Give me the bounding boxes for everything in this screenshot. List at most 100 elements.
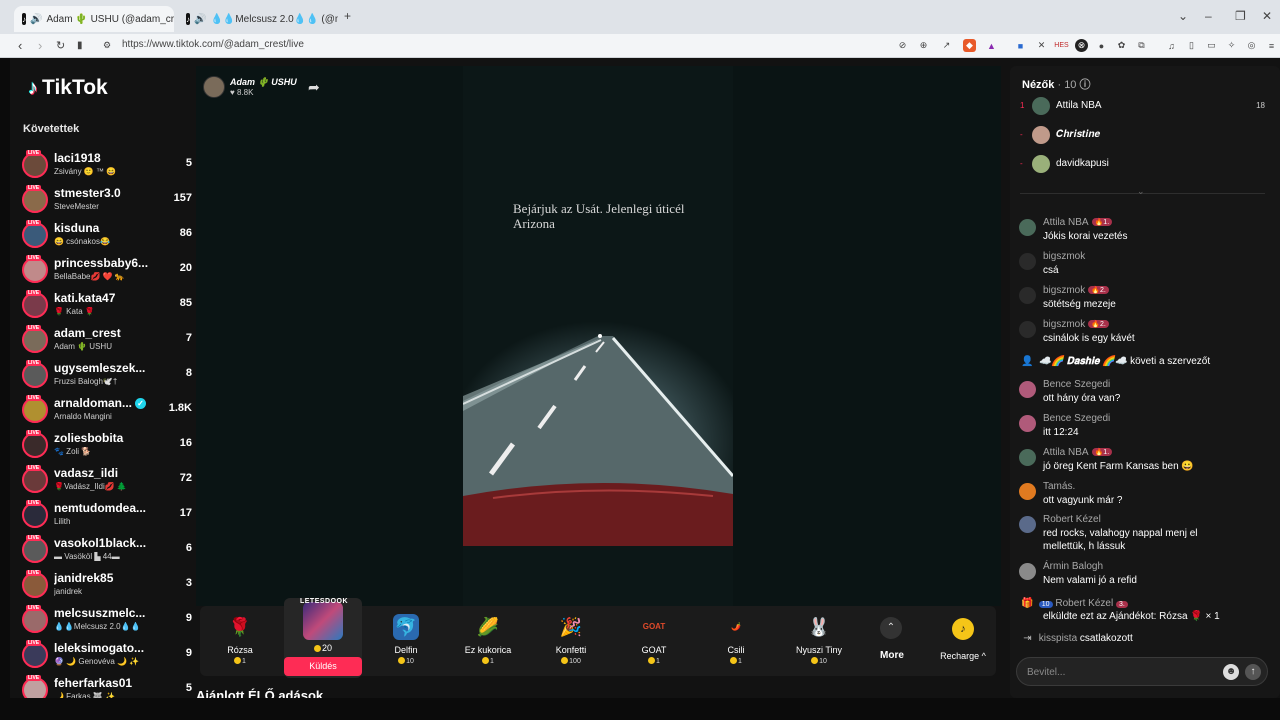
extension-icon[interactable]: ■	[1014, 39, 1027, 52]
gift-price: 1	[204, 657, 276, 665]
live-badge: LIVE	[26, 185, 42, 191]
avatar[interactable]	[1019, 415, 1036, 432]
following-subtitle: BellaBabe💋 ❤️ 🐆	[54, 272, 125, 281]
following-name: janidrek85	[54, 571, 114, 585]
avatar[interactable]	[1019, 483, 1036, 500]
vpn-icon[interactable]: ◎	[1245, 39, 1258, 52]
sidebar-toggle-icon[interactable]: ▯	[1185, 39, 1198, 52]
chat-username[interactable]: Attila NBA 🔥1.	[1043, 447, 1113, 458]
live-video-frame[interactable]	[462, 66, 735, 606]
avatar[interactable]	[1019, 253, 1036, 270]
site-info-icon[interactable]: ⚙	[103, 40, 111, 51]
following-item[interactable]: LIVE kisduna 😄 csónakos😂 86	[22, 220, 192, 252]
brave-shield-icon[interactable]: ◆	[963, 39, 976, 52]
following-item[interactable]: LIVE zoliesbobita 🐾 Zoli 🐕 16	[22, 430, 192, 462]
following-subtitle: Arnaldo Mangini	[54, 412, 112, 421]
viewer-item[interactable]: - 𝑪𝒉𝒓𝒊𝒔𝒕𝒊𝒏𝒆	[1020, 124, 1265, 146]
avatar[interactable]	[1019, 287, 1036, 304]
gift-name: Rózsa	[227, 645, 253, 655]
extension-icon[interactable]: ⊗	[1075, 39, 1088, 52]
chat-username[interactable]: Bence Szegedi	[1043, 413, 1110, 424]
gift-item[interactable]: 🌽 Ez kukorica 1	[452, 606, 524, 676]
zoom-icon[interactable]: ⊕	[917, 39, 930, 52]
gift-item[interactable]: 🐰 Nyuszi Tiny 10	[783, 606, 855, 676]
following-item[interactable]: LIVE melcsuszmelc... 💧💧Melcsusz 2.0💧💧 9	[22, 605, 192, 637]
translate-off-icon[interactable]: ⊘	[896, 39, 909, 52]
minimize-icon[interactable]: –	[1205, 9, 1212, 23]
more-gifts-button[interactable]: ⌃ More	[870, 612, 914, 672]
recharge-button[interactable]: ♪ Recharge ^	[928, 606, 996, 676]
avatar[interactable]	[1019, 563, 1036, 580]
following-item[interactable]: LIVE nemtudomdea... Lilith 17	[22, 500, 192, 532]
viewer-item[interactable]: - davidkapusi	[1020, 153, 1265, 175]
tiktok-logo[interactable]: ♪ TikTok	[28, 76, 108, 100]
reload-icon[interactable]: ↻	[56, 39, 65, 52]
host-name[interactable]: Adam 🌵 USHU	[230, 77, 297, 88]
following-item[interactable]: LIVE janidrek85 janidrek 3	[22, 570, 192, 602]
new-tab-button[interactable]: +	[344, 9, 351, 23]
following-item[interactable]: LIVE leleksimogato... 🔮 🌙 Genovéva 🌙 ✨ 9	[22, 640, 192, 672]
avatar[interactable]	[1019, 449, 1036, 466]
chat-username[interactable]: Robert Kézel	[1043, 514, 1101, 525]
chat-username[interactable]: bigszmok 🔥2.	[1043, 319, 1109, 330]
share-icon[interactable]: ↗	[940, 39, 953, 52]
avatar[interactable]	[1019, 321, 1036, 338]
following-item[interactable]: LIVE feherfarkas01 🌙 Farkas 🐺 ✨ 5	[22, 675, 192, 698]
live-badge: LIVE	[26, 500, 42, 506]
restore-icon[interactable]: ❐	[1235, 9, 1246, 23]
send-gift-button[interactable]: Küldés	[284, 657, 362, 676]
viewer-count: 6	[185, 542, 192, 554]
following-item[interactable]: LIVE kati.kata47 🌹 Kata 🌹 85	[22, 290, 192, 322]
avatar[interactable]	[1019, 516, 1036, 533]
gift-item[interactable]: 🌶️ Csili 1	[700, 606, 772, 676]
bookmark-icon[interactable]: ▮	[77, 40, 83, 51]
following-item[interactable]: LIVE ugysemleszek... Fruzsi Balogh🕊️† 8	[22, 360, 192, 392]
viewer-rank: -	[1020, 130, 1023, 139]
menu-icon[interactable]: ≡	[1265, 39, 1278, 52]
following-item[interactable]: LIVE adam_crest Adam 🌵 USHU 7	[22, 325, 192, 357]
extension-icon[interactable]: HES	[1054, 39, 1068, 52]
browser-tab[interactable]: ♪ 🔊 💧💧Melcsusz 2.0💧💧 (@melcsu	[178, 6, 338, 32]
chat-username[interactable]: Ármin Balogh	[1043, 561, 1103, 572]
chat-username[interactable]: Tamás.	[1043, 481, 1075, 492]
tab-list-chevron-icon[interactable]: ⌄	[1178, 9, 1188, 23]
following-item[interactable]: LIVE princessbaby6... BellaBabe💋 ❤️ 🐆 20	[22, 255, 192, 287]
chat-username[interactable]: bigszmok	[1043, 251, 1085, 262]
extension-icon[interactable]: ⧉	[1135, 39, 1148, 52]
extension-icon[interactable]: ●	[1095, 39, 1108, 52]
viewer-count: 20	[179, 262, 192, 274]
following-item[interactable]: LIVE vasokol1black... ▬ Vasököl ▙ 44▬ 6	[22, 535, 192, 567]
gift-item[interactable]: GOAT GOAT 1	[618, 606, 690, 676]
following-item[interactable]: LIVE stmester3.0 SteveMester 157	[22, 185, 192, 217]
leo-icon[interactable]: ✧	[1225, 39, 1238, 52]
avatar[interactable]	[1019, 381, 1036, 398]
emoji-icon[interactable]: ☻	[1223, 664, 1239, 680]
back-icon[interactable]: ‹	[18, 38, 22, 53]
chat-username[interactable]: Attila NBA 🔥1.	[1043, 217, 1113, 228]
gift-item[interactable]: 🐬 Delfin 10	[370, 606, 442, 676]
rewards-icon[interactable]: ▲	[985, 39, 998, 52]
gift-item[interactable]: 🌹 Rózsa 1	[204, 606, 276, 676]
send-arrow-icon[interactable]: ↑	[1245, 664, 1261, 680]
following-item[interactable]: LIVE vadasz_ildi 🌹Vadász_Ildi💋 🌲 72	[22, 465, 192, 497]
following-item[interactable]: LIVE arnaldoman... ✓ Arnaldo Mangini 1.8K	[22, 395, 192, 427]
chat-username[interactable]: bigszmok 🔥2.	[1043, 285, 1109, 296]
following-item[interactable]: LIVE laci1918 Zsivány 🙂 ™ 😄 5	[22, 150, 192, 182]
forward-icon[interactable]: ›	[38, 38, 42, 53]
extension-icon[interactable]: ✿	[1115, 39, 1128, 52]
close-window-icon[interactable]: ✕	[1262, 9, 1272, 23]
chat-username[interactable]: Bence Szegedi	[1043, 379, 1110, 390]
browser-tab-active[interactable]: ♪ 🔊 Adam 🌵 USHU (@adam_crest ×	[14, 6, 174, 32]
share-arrow-icon[interactable]: ➦	[308, 79, 320, 96]
gift-item[interactable]: 🎉 Konfetti 100	[535, 606, 607, 676]
following-subtitle: Fruzsi Balogh🕊️†	[54, 377, 118, 386]
url-field[interactable]: https://www.tiktok.com/@adam_crest/live	[122, 39, 304, 50]
avatar[interactable]	[1019, 219, 1036, 236]
viewer-item[interactable]: 1 Attila NBA 18	[1020, 95, 1265, 117]
wallet-icon[interactable]: ▭	[1205, 39, 1218, 52]
host-avatar[interactable]	[203, 76, 225, 98]
chat-input[interactable]	[1027, 663, 1217, 681]
music-icon[interactable]: ♫	[1165, 39, 1178, 52]
chevron-down-icon[interactable]: ⌄	[1137, 186, 1145, 197]
extension-icon[interactable]: ✕	[1035, 39, 1048, 52]
